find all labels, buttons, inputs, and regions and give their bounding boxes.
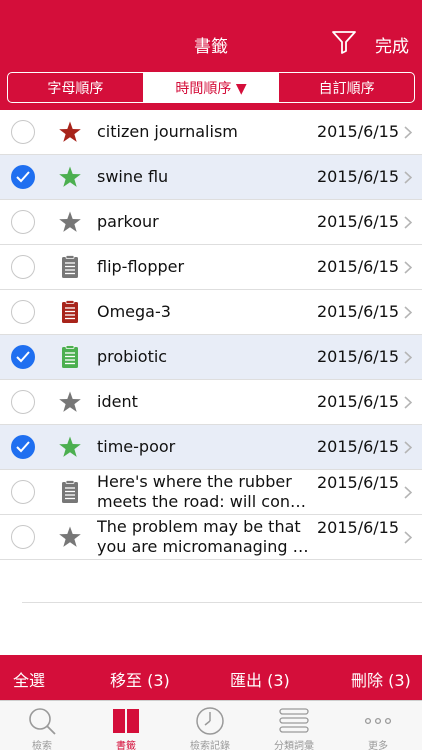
chevron-right-icon <box>404 441 412 454</box>
bookmark-icon <box>113 709 139 733</box>
bookmark-row[interactable]: ident 2015/6/15 <box>0 380 422 425</box>
bookmark-list: citizen journalism 2015/6/15 swine flu 2015… <box>0 110 422 560</box>
done-button[interactable]: 完成 <box>375 32 409 57</box>
bookmark-date: 2015/6/15 <box>317 347 400 366</box>
chevron-right-icon <box>404 171 412 184</box>
chevron-right-icon <box>404 306 412 319</box>
select-checkbox[interactable] <box>11 255 35 279</box>
star-icon <box>59 121 81 142</box>
tab-more[interactable]: 更多 <box>336 701 420 750</box>
clock-icon <box>196 707 224 735</box>
select-checkbox[interactable] <box>11 210 35 234</box>
bookmark-row[interactable]: Omega-3 2015/6/15 <box>0 290 422 335</box>
tab-categories[interactable]: 分類詞彙 <box>252 701 336 750</box>
select-checkbox[interactable] <box>11 480 35 504</box>
star-icon <box>59 391 81 412</box>
bookmark-term: time-poor <box>97 437 176 456</box>
sort-custom-tab[interactable]: 自訂順序 <box>278 73 414 102</box>
bookmark-term: swine flu <box>97 167 169 186</box>
star-icon <box>59 436 81 457</box>
bookmark-row[interactable]: time-poor 2015/6/15 <box>0 425 422 470</box>
bookmark-term: probiotic <box>97 347 168 366</box>
select-checkbox[interactable] <box>11 345 35 369</box>
export-button[interactable]: 匯出 (3) <box>230 667 290 691</box>
chevron-right-icon <box>404 531 412 544</box>
page-title: 書籤 <box>194 37 228 57</box>
bookmark-row[interactable]: parkour 2015/6/15 <box>0 200 422 245</box>
select-checkbox[interactable] <box>11 300 35 324</box>
edit-action-bar: 全選 移至 (3) 匯出 (3) 刪除 (3) <box>0 655 422 700</box>
more-icon <box>364 717 392 725</box>
tab-search[interactable]: 檢索 <box>0 701 84 750</box>
bookmark-term: citizen journalism <box>97 122 238 141</box>
bookmark-row[interactable]: swine flu 2015/6/15 <box>0 155 422 200</box>
search-icon <box>29 708 56 735</box>
star-icon <box>59 211 81 232</box>
bookmark-term-line: The problem may be that <box>97 517 301 536</box>
tab-history[interactable]: 檢索記錄 <box>168 701 252 750</box>
select-checkbox[interactable] <box>11 435 35 459</box>
chevron-right-icon <box>404 396 412 409</box>
sort-alphabetical-tab[interactable]: 字母順序 <box>8 73 143 102</box>
bookmark-date: 2015/6/15 <box>317 212 400 231</box>
note-icon <box>62 345 78 368</box>
bookmark-term: flip-flopper <box>97 257 185 276</box>
bookmark-row[interactable]: citizen journalism 2015/6/15 <box>0 110 422 155</box>
bookmark-term: ident <box>97 392 138 411</box>
bookmark-date: 2015/6/15 <box>317 167 400 186</box>
filter-icon[interactable] <box>331 29 357 55</box>
bookmark-term: Here's where the rubber meets the road: w… <box>97 472 312 512</box>
bookmark-term-line: meets the road: will cons… <box>97 492 312 511</box>
note-icon <box>62 255 78 278</box>
bookmark-term-line: Here's where the rubber <box>97 472 292 491</box>
chevron-right-icon <box>404 126 412 139</box>
bookmark-date: 2015/6/15 <box>317 302 400 321</box>
select-checkbox[interactable] <box>11 165 35 189</box>
sort-time-tab[interactable]: 時間順序 ▼ <box>142 73 279 102</box>
note-icon <box>62 480 78 503</box>
chevron-right-icon <box>404 351 412 364</box>
tab-bookmarks[interactable]: 書籤 <box>84 701 168 750</box>
bookmark-row[interactable]: Here's where the rubber meets the road: w… <box>0 470 422 515</box>
bookmark-date: 2015/6/15 <box>317 437 400 456</box>
bookmark-term: Omega-3 <box>97 302 171 321</box>
tab-label: 更多 <box>368 741 388 750</box>
tab-bar: 檢索 書籤 檢索記錄 分類詞彙 更多 <box>0 700 422 750</box>
divider <box>22 602 422 603</box>
delete-button[interactable]: 刪除 (3) <box>351 667 411 691</box>
bookmark-date: 2015/6/15 <box>317 257 400 276</box>
bookmark-date: 2015/6/15 <box>317 473 400 492</box>
bookmark-row[interactable]: The problem may be that you are micromana… <box>0 515 422 560</box>
chevron-right-icon <box>404 216 412 229</box>
note-icon <box>62 300 78 323</box>
select-checkbox[interactable] <box>11 120 35 144</box>
bookmark-row[interactable]: flip-flopper 2015/6/15 <box>0 245 422 290</box>
bookmark-term-line: you are micromanaging y… <box>97 537 312 556</box>
sort-segmented-control: 字母順序 時間順序 ▼ 自訂順序 <box>7 72 415 103</box>
tab-label: 檢索 <box>32 741 52 750</box>
bookmark-date: 2015/6/15 <box>317 392 400 411</box>
move-button[interactable]: 移至 (3) <box>110 667 170 691</box>
bookmark-row[interactable]: probiotic 2015/6/15 <box>0 335 422 380</box>
select-checkbox[interactable] <box>11 525 35 549</box>
tab-label: 檢索記錄 <box>190 741 230 750</box>
tab-label: 書籤 <box>116 741 136 750</box>
bookmark-term: The problem may be that you are micromana… <box>97 517 312 557</box>
chevron-right-icon <box>404 486 412 499</box>
select-all-button[interactable]: 全選 <box>13 667 45 691</box>
select-checkbox[interactable] <box>11 390 35 414</box>
star-icon <box>59 526 81 547</box>
nav-bar: 書籤 完成 字母順序 時間順序 ▼ 自訂順序 <box>0 0 422 110</box>
bookmark-date: 2015/6/15 <box>317 518 400 537</box>
chevron-right-icon <box>404 261 412 274</box>
bookmark-date: 2015/6/15 <box>317 122 400 141</box>
list-icon <box>279 708 309 733</box>
star-icon <box>59 166 81 187</box>
tab-label: 分類詞彙 <box>274 741 314 750</box>
bookmark-term: parkour <box>97 212 159 231</box>
